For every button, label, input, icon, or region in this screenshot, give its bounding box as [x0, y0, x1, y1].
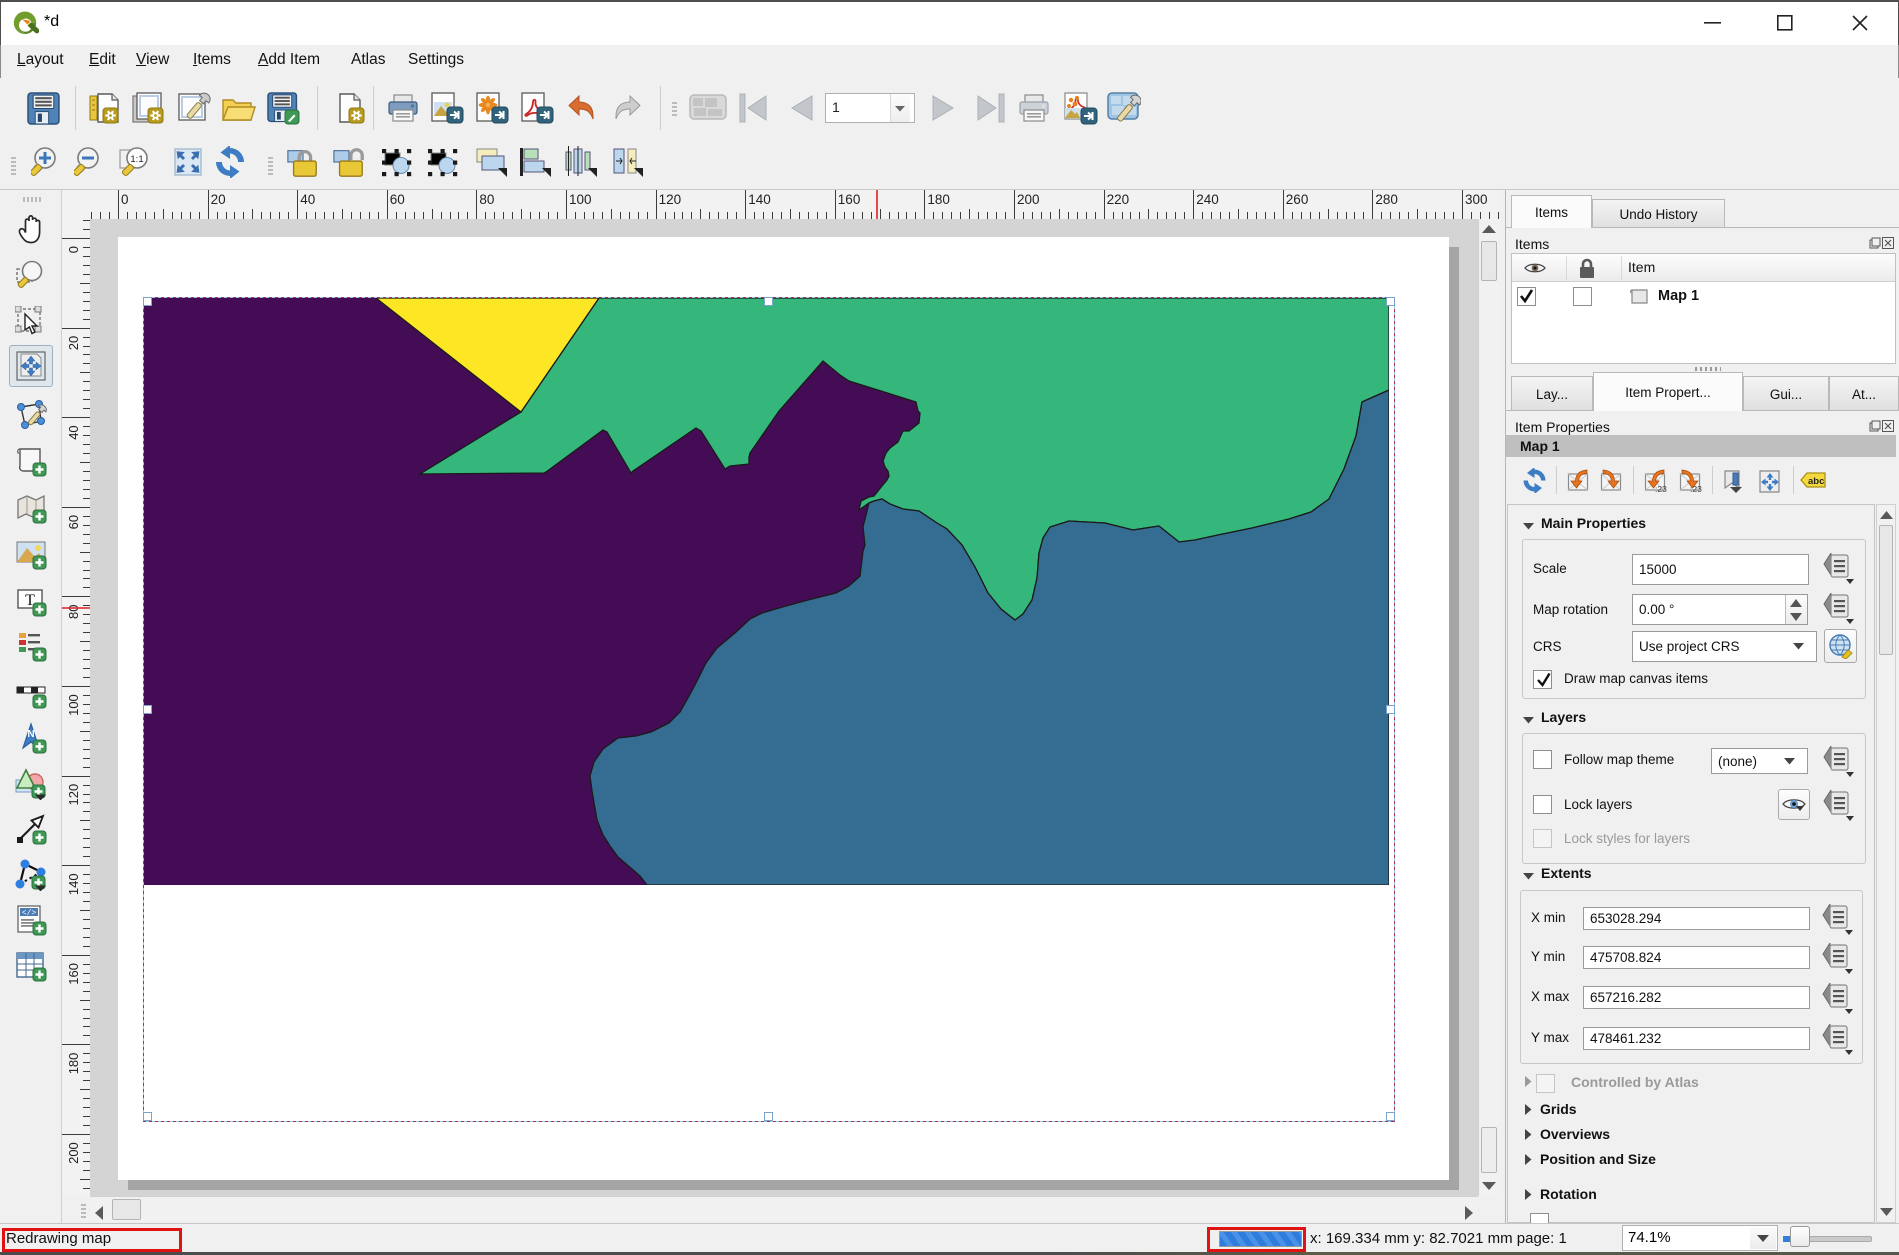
svg-text:140: 140: [66, 873, 81, 895]
svg-text:20: 20: [211, 192, 226, 207]
svg-text:120: 120: [659, 192, 682, 207]
svg-text:N: N: [27, 729, 34, 740]
svg-text:220: 220: [1107, 192, 1130, 207]
svg-text:240: 240: [1196, 192, 1219, 207]
svg-text:60: 60: [390, 192, 405, 207]
svg-text:</>: </>: [22, 909, 37, 918]
svg-text:160: 160: [838, 192, 861, 207]
svg-text:280: 280: [1375, 192, 1398, 207]
svg-text::23: :23: [1655, 484, 1667, 493]
svg-text:180: 180: [66, 1053, 81, 1075]
svg-text:160: 160: [66, 963, 81, 985]
svg-text:0: 0: [121, 192, 129, 207]
svg-text:300: 300: [1465, 192, 1488, 207]
svg-text:200: 200: [1017, 192, 1040, 207]
svg-text:100: 100: [569, 192, 592, 207]
svg-text::23: :23: [1690, 484, 1702, 493]
svg-text:1:1: 1:1: [130, 154, 143, 165]
svg-text:20: 20: [66, 336, 81, 350]
svg-text:80: 80: [66, 605, 81, 619]
svg-text:0: 0: [66, 246, 81, 253]
svg-text:260: 260: [1286, 192, 1309, 207]
svg-text:180: 180: [927, 192, 950, 207]
svg-text:40: 40: [66, 425, 81, 439]
svg-text:80: 80: [479, 192, 494, 207]
svg-text:100: 100: [66, 694, 81, 716]
svg-text:40: 40: [300, 192, 315, 207]
svg-text:60: 60: [66, 515, 81, 529]
svg-text:abc: abc: [1808, 476, 1824, 487]
svg-text:200: 200: [66, 1142, 81, 1164]
svg-text:120: 120: [66, 784, 81, 806]
svg-text:140: 140: [748, 192, 771, 207]
